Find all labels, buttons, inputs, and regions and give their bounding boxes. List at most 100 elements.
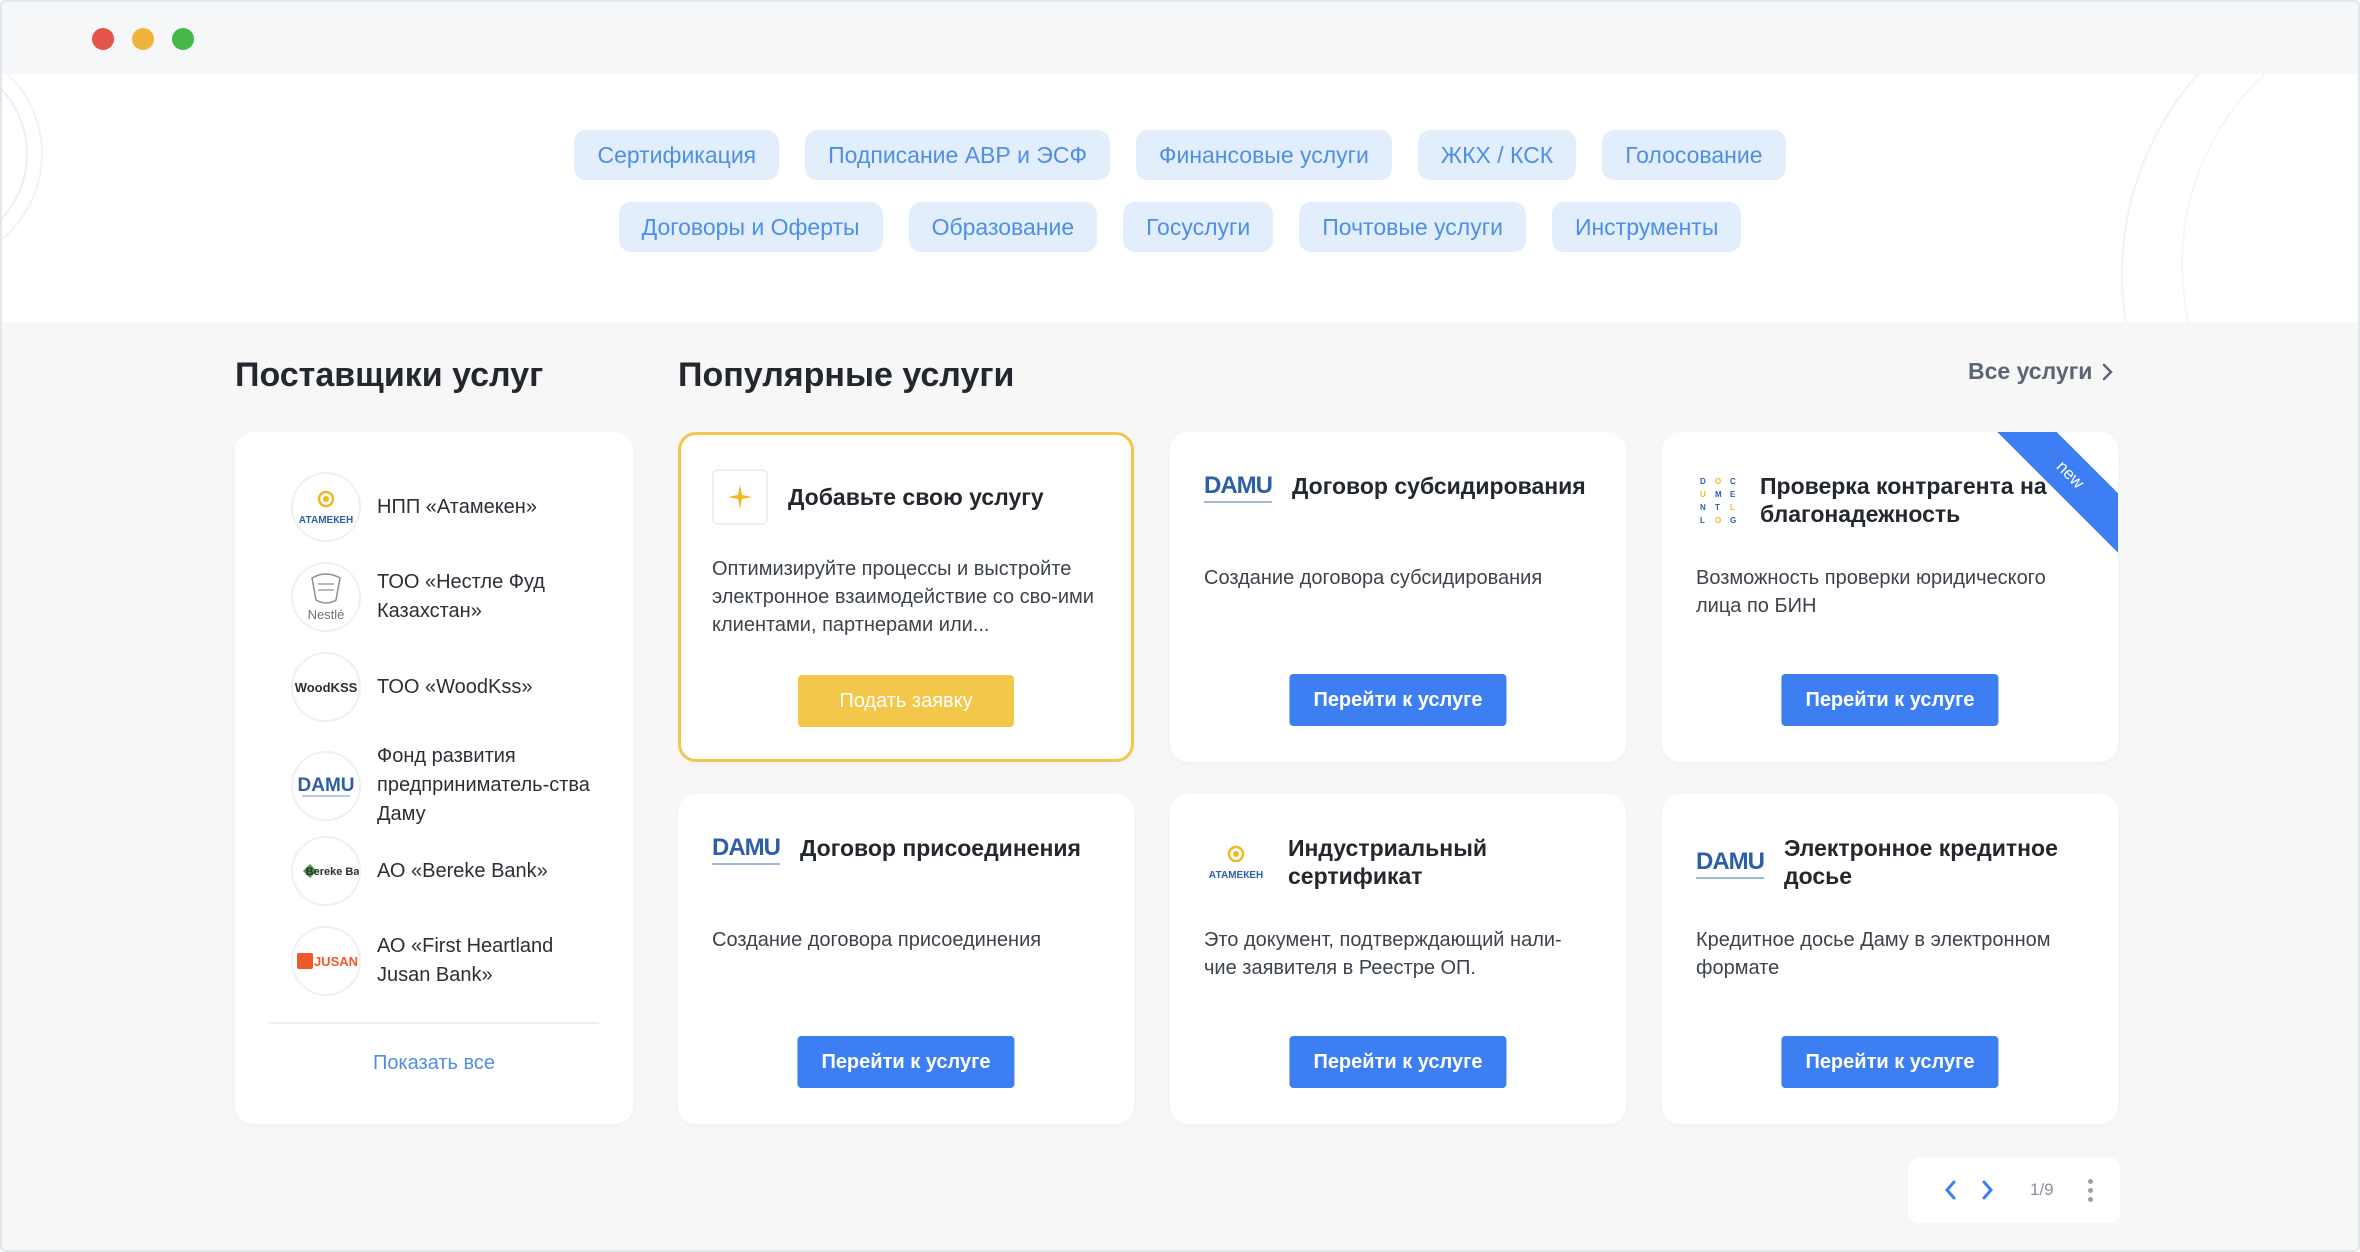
- provider-item[interactable]: JUSAN АО «First Heartland Jusan Bank»: [291, 926, 611, 996]
- svg-text:N: N: [1700, 503, 1706, 512]
- browser-window: Сертификация Подписание АВР и ЭСФ Финанс…: [0, 0, 2360, 1252]
- provider-item[interactable]: DAMU Фонд развития предприниматель-ства …: [291, 742, 611, 829]
- card-title: Проверка контрагента на благонадежность: [1760, 473, 2047, 527]
- card-title: Электронное кредитное досье: [1784, 835, 2058, 889]
- all-services-label: Все услуги: [1968, 358, 2093, 384]
- svg-text:C: C: [1730, 477, 1736, 486]
- card-title: Договор субсидирования: [1292, 473, 1586, 499]
- card-description: Создание договора присоединения: [712, 929, 1042, 951]
- card-header: DAMU Договор субсидирования: [1204, 472, 1596, 503]
- bereke-bank-logo: Bereke Bank: [291, 836, 361, 906]
- svg-text:WoodKSS: WoodKSS: [295, 680, 358, 695]
- chip-tools[interactable]: Инструменты: [1551, 202, 1742, 252]
- submit-application-button[interactable]: Подать заявку: [798, 675, 1014, 727]
- svg-text:JUSAN: JUSAN: [314, 954, 358, 969]
- close-window-button[interactable]: [92, 28, 114, 50]
- card-header: Добавьте свою услугу: [712, 469, 1101, 525]
- provider-name: АО «Bereke Bank»: [377, 859, 548, 882]
- service-card-credit-dossier[interactable]: DAMU Электронное кредитное досье Кредитн…: [1662, 794, 2118, 1124]
- chevron-right-icon: [2103, 363, 2114, 380]
- pagination: 1/9: [1908, 1157, 2120, 1223]
- category-chips-row-1: Сертификация Подписание АВР и ЭСФ Финанс…: [2, 130, 2358, 180]
- go-to-service-button[interactable]: Перейти к услуге: [1289, 1036, 1507, 1088]
- svg-text:Nestlé: Nestlé: [308, 607, 345, 622]
- damu-logo: DAMU: [1696, 848, 1765, 879]
- service-card-subsidy[interactable]: DAMU Договор субсидирования Создание дог…: [1170, 432, 1626, 762]
- maximize-window-button[interactable]: [172, 28, 194, 50]
- go-to-service-button[interactable]: Перейти к услуге: [1781, 674, 1999, 726]
- decorative-arcs: [2, 74, 2267, 322]
- svg-text:Bereke Bank: Bereke Bank: [306, 866, 359, 878]
- provider-item[interactable]: WoodKSS ТОО «WoodKss»: [291, 652, 611, 722]
- popular-services-title: Популярные услуги: [678, 356, 1015, 394]
- service-card-accession[interactable]: DAMU Договор присоединения Создание дого…: [678, 794, 1134, 1124]
- chip-certification[interactable]: Сертификация: [574, 130, 780, 180]
- category-chips-row-2: Договоры и Оферты Образование Госуслуги …: [2, 202, 2358, 252]
- card-title: Добавьте свою услугу: [788, 484, 1044, 510]
- providers-divider: [269, 1022, 599, 1024]
- page-counter: 1/9: [2030, 1180, 2054, 1199]
- more-options-icon[interactable]: [2087, 1178, 2093, 1202]
- chip-contracts-offers[interactable]: Договоры и Оферты: [618, 202, 883, 252]
- woodkss-logo: WoodKSS: [291, 652, 361, 722]
- chip-education[interactable]: Образование: [908, 202, 1098, 252]
- category-hero: Сертификация Подписание АВР и ЭСФ Финанс…: [2, 74, 2358, 322]
- provider-name: ТОО «WoodKss»: [377, 675, 533, 698]
- svg-text:E: E: [1730, 490, 1736, 499]
- minimize-window-button[interactable]: [132, 28, 154, 50]
- damu-logo: DAMU: [291, 750, 361, 821]
- show-all-providers-link[interactable]: Показать все: [235, 1052, 633, 1075]
- sparkle-icon: [712, 469, 768, 525]
- svg-text:D: D: [1700, 477, 1706, 486]
- chevron-right-icon: [1982, 1180, 1993, 1200]
- documentlog-logo: DOC UME NTL LOG: [1696, 472, 1740, 528]
- chip-signing-avr-esf[interactable]: Подписание АВР и ЭСФ: [805, 130, 1110, 180]
- chip-financial-services[interactable]: Финансовые услуги: [1135, 130, 1392, 180]
- chip-postal-services[interactable]: Почтовые услуги: [1299, 202, 1526, 252]
- svg-text:L: L: [1700, 516, 1705, 525]
- provider-name: АО «First Heartland Jusan Bank»: [377, 935, 554, 986]
- provider-item[interactable]: АТАМЕКЕН НПП «Атамекен»: [291, 472, 611, 542]
- chip-public-services[interactable]: Госуслуги: [1123, 202, 1274, 252]
- svg-text:M: M: [1715, 490, 1722, 499]
- provider-name: НПП «Атамекен»: [377, 495, 537, 518]
- card-description: Возможность проверки юридического лица п…: [1696, 567, 2046, 617]
- jusan-logo: JUSAN: [291, 926, 361, 996]
- provider-name: Фонд развития предприниматель-ства Даму: [377, 745, 590, 825]
- provider-item[interactable]: Bereke Bank АО «Bereke Bank»: [291, 836, 611, 906]
- damu-logo: DAMU: [1204, 472, 1273, 503]
- card-header: DOC UME NTL LOG Проверка контрагента на …: [1696, 472, 2088, 528]
- nestle-logo: Nestlé: [291, 562, 361, 632]
- chevron-left-icon: [1945, 1180, 1956, 1200]
- svg-text:АТАМЕКЕН: АТАМЕКЕН: [1209, 870, 1263, 881]
- go-to-service-button[interactable]: Перейти к услуге: [1289, 674, 1507, 726]
- add-service-card: Добавьте свою услугу Оптимизируйте проце…: [678, 432, 1134, 762]
- svg-text:DAMU: DAMU: [298, 775, 355, 796]
- card-title: Договор присоединения: [800, 835, 1081, 861]
- go-to-service-button[interactable]: Перейти к услуге: [797, 1036, 1015, 1088]
- svg-text:U: U: [1700, 490, 1706, 499]
- damu-logo: DAMU: [712, 834, 781, 865]
- card-header: DAMU Договор присоединения: [712, 834, 1104, 865]
- service-card-industrial-certificate[interactable]: АТАМЕКЕН Индустриальный сертификат Это д…: [1170, 794, 1626, 1124]
- chip-voting[interactable]: Голосование: [1602, 130, 1786, 180]
- chip-housing-services[interactable]: ЖКХ / КСК: [1417, 130, 1577, 180]
- go-to-service-button[interactable]: Перейти к услуге: [1781, 1036, 1999, 1088]
- atameken-logo: АТАМЕКЕН: [1204, 842, 1268, 882]
- all-services-link[interactable]: Все услуги: [1968, 358, 2114, 385]
- svg-text:G: G: [1730, 516, 1736, 525]
- next-page-button[interactable]: [1974, 1176, 2002, 1204]
- card-description: Это документ, подтверждающий нали-чие за…: [1204, 929, 1562, 979]
- svg-text:T: T: [1715, 503, 1720, 512]
- card-description: Кредитное досье Даму в электронном форма…: [1696, 929, 2051, 979]
- card-header: DAMU Электронное кредитное досье: [1696, 834, 2088, 890]
- card-description: Оптимизируйте процессы и выстройте элект…: [712, 558, 1094, 636]
- svg-text:O: O: [1715, 477, 1721, 486]
- previous-page-button[interactable]: [1936, 1176, 1964, 1204]
- window-titlebar: [2, 2, 2358, 74]
- provider-item[interactable]: Nestlé ТОО «Нестле Фуд Казахстан»: [291, 562, 611, 632]
- service-card-counterparty-check[interactable]: new DOC UME NTL LOG Проверка контрагента…: [1662, 432, 2118, 762]
- card-header: АТАМЕКЕН Индустриальный сертификат: [1204, 834, 1596, 890]
- card-title: Индустриальный сертификат: [1288, 835, 1487, 889]
- providers-panel: АТАМЕКЕН НПП «Атамекен» Nestlé ТОО «Нест…: [235, 432, 633, 1124]
